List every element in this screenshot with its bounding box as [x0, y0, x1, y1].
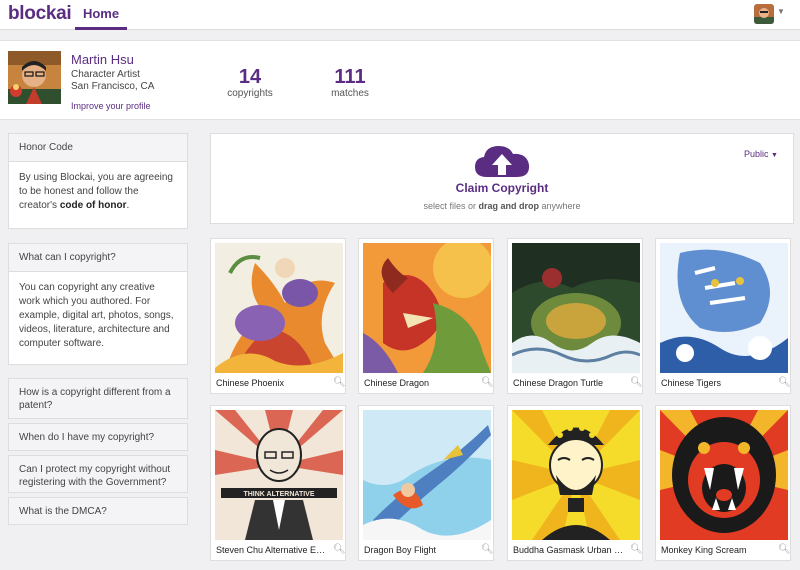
faq-item-dmca[interactable]: What is the DMCA? [8, 497, 188, 525]
what-copyright-title: What can I copyright? [9, 244, 187, 272]
cloud-upload-icon[interactable] [473, 143, 531, 179]
upload-hint-prefix: select files or [423, 201, 476, 211]
work-card[interactable]: Monkey King Scream 🔍︎ [655, 405, 791, 561]
search-icon[interactable]: 🔍︎ [333, 377, 346, 388]
profile-location: San Francisco, CA [71, 81, 155, 92]
search-icon[interactable]: 🔍︎ [630, 544, 643, 555]
profile-photo [8, 51, 61, 104]
work-title[interactable]: Chinese Tigers [661, 378, 773, 388]
artwork-thumbnail[interactable]: THINK ALTERNATIVE [215, 410, 343, 540]
upload-hint: select files or drag and drop anywhere [211, 201, 793, 211]
search-icon[interactable]: 🔍︎ [481, 377, 494, 388]
work-card[interactable]: Chinese Phoenix 🔍︎ [210, 238, 346, 394]
tab-home[interactable]: Home [75, 0, 127, 30]
search-icon[interactable]: 🔍︎ [481, 544, 494, 555]
work-title[interactable]: Steven Chu Alternative Energy [216, 545, 328, 555]
work-card[interactable]: Chinese Dragon Turtle 🔍︎ [507, 238, 643, 394]
work-title[interactable]: Dragon Boy Flight [364, 545, 476, 555]
profile-role: Character Artist [71, 69, 140, 80]
work-card[interactable]: Chinese Tigers 🔍︎ [655, 238, 791, 394]
work-card[interactable]: THINK ALTERNATIVE Steven Chu Alternative… [210, 405, 346, 561]
claim-copyright-button[interactable]: Claim Copyright [211, 181, 793, 195]
artwork-thumbnail[interactable] [363, 410, 491, 540]
code-of-honor-link[interactable]: code of honor [60, 200, 127, 211]
faq-item-when[interactable]: When do I have my copyright? [8, 423, 188, 451]
faq-item-government[interactable]: Can I protect my copyright without regis… [8, 455, 188, 493]
faq-item-patent[interactable]: How is a copyright different from a pate… [8, 378, 188, 419]
search-icon[interactable]: 🔍︎ [778, 544, 791, 555]
what-copyright-panel: What can I copyright? You can copyright … [8, 243, 188, 365]
artwork-thumbnail[interactable] [660, 243, 788, 373]
search-icon[interactable]: 🔍︎ [778, 377, 791, 388]
chevron-down-icon[interactable]: ▼ [777, 7, 785, 16]
what-copyright-body: You can copyright any creative work whic… [19, 282, 174, 349]
profile-name[interactable]: Martin Hsu [71, 52, 134, 67]
stat-copyrights-value: 14 [238, 66, 262, 88]
top-nav: blockai Home ▼ [0, 0, 800, 30]
stat-matches-value: 111 [334, 66, 366, 88]
search-icon[interactable]: 🔍︎ [333, 544, 346, 555]
privacy-label: Public [744, 149, 769, 159]
logo[interactable]: blockai [8, 3, 72, 25]
improve-profile-link[interactable]: Improve your profile [71, 101, 151, 111]
honor-code-period: . [126, 200, 130, 211]
stat-copyrights[interactable]: 14 copyrights [225, 66, 275, 99]
stat-matches[interactable]: 111 matches [325, 66, 375, 99]
work-card[interactable]: Buddha Gasmask Urban Cleaner 🔍︎ [507, 405, 643, 561]
stat-matches-label: matches [331, 88, 369, 99]
work-title[interactable]: Monkey King Scream [661, 545, 773, 555]
artwork-thumbnail[interactable] [512, 243, 640, 373]
artwork-thumbnail[interactable] [215, 243, 343, 373]
work-title[interactable]: Buddha Gasmask Urban Cleaner [513, 545, 625, 555]
honor-code-body: By using Blockai, you are agreeing to be… [9, 162, 187, 222]
upload-hint-bold: drag and drop [478, 201, 540, 211]
privacy-dropdown[interactable]: Public ▼ [744, 149, 778, 159]
chevron-down-icon: ▼ [771, 152, 778, 159]
upload-dropzone[interactable]: Claim Copyright select files or drag and… [210, 133, 794, 224]
artwork-thumbnail[interactable] [660, 410, 788, 540]
work-title[interactable]: Chinese Dragon Turtle [513, 378, 625, 388]
profile-header: Martin Hsu Character Artist San Francisc… [0, 40, 800, 120]
work-title[interactable]: Chinese Dragon [364, 378, 476, 388]
honor-code-title: Honor Code [9, 134, 187, 162]
work-card[interactable]: Chinese Dragon 🔍︎ [358, 238, 494, 394]
search-icon[interactable]: 🔍︎ [630, 377, 643, 388]
user-avatar[interactable] [754, 4, 774, 24]
work-title[interactable]: Chinese Phoenix [216, 378, 328, 388]
upload-hint-suffix: anywhere [541, 201, 581, 211]
think-alternative-banner: THINK ALTERNATIVE [243, 491, 314, 498]
stat-copyrights-label: copyrights [227, 88, 273, 99]
honor-code-panel: Honor Code By using Blockai, you are agr… [8, 133, 188, 229]
artwork-thumbnail[interactable] [363, 243, 491, 373]
work-card[interactable]: Dragon Boy Flight 🔍︎ [358, 405, 494, 561]
artwork-thumbnail[interactable] [512, 410, 640, 540]
